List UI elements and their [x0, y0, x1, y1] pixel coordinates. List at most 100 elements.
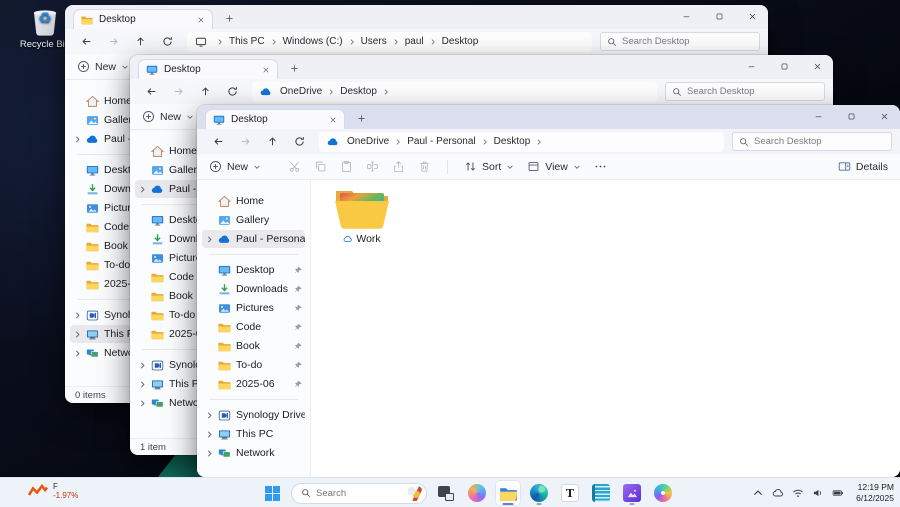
forward-button[interactable] [173, 86, 184, 97]
chevron-right-icon[interactable] [73, 135, 82, 144]
file-explorer-button[interactable] [496, 481, 520, 505]
journal-app-button[interactable] [589, 481, 613, 505]
chevron-right-icon[interactable] [205, 430, 214, 439]
sidebar-item-network[interactable]: Network [202, 444, 305, 462]
search-input[interactable] [622, 36, 753, 47]
sort-button[interactable]: Sort [464, 160, 514, 173]
crumb-onedrive[interactable]: OneDrive [278, 86, 324, 97]
crumb-users[interactable]: Users [359, 36, 389, 47]
chevron-right-icon[interactable] [138, 361, 147, 370]
chevron-right-icon[interactable] [205, 235, 214, 244]
taskbar-search-input[interactable] [316, 488, 402, 499]
minimize-button[interactable] [747, 62, 756, 71]
delete-button[interactable] [418, 160, 431, 173]
minimize-button[interactable] [814, 112, 823, 121]
view-button[interactable]: View [527, 160, 581, 173]
rename-button[interactable] [366, 160, 379, 173]
breadcrumb[interactable]: OneDrive Desktop [252, 82, 657, 102]
copilot-button[interactable] [465, 481, 489, 505]
paste-button[interactable] [340, 160, 353, 173]
back-button[interactable] [213, 136, 224, 147]
task-view-button[interactable] [434, 481, 458, 505]
wifi-icon[interactable] [792, 487, 804, 499]
new-tab-button[interactable] [357, 114, 366, 123]
tab-desktop[interactable]: Desktop [205, 109, 345, 129]
sidebar-item-home[interactable]: Home [202, 192, 305, 210]
refresh-button[interactable] [162, 36, 173, 47]
sidebar-item-code[interactable]: Code [202, 318, 305, 336]
up-button[interactable] [135, 36, 146, 47]
crumb-paul-personal[interactable]: Paul - Personal [405, 136, 477, 147]
battery-icon[interactable] [832, 487, 844, 499]
forward-button[interactable] [108, 36, 119, 47]
back-button[interactable] [81, 36, 92, 47]
sidebar-item-this-pc[interactable]: This PC [202, 425, 305, 443]
refresh-button[interactable] [227, 86, 238, 97]
chevron-right-icon[interactable] [73, 311, 82, 320]
file-work-folder[interactable]: Work [323, 186, 401, 245]
sidebar-item-gallery[interactable]: Gallery [202, 211, 305, 229]
search-box[interactable] [732, 132, 892, 151]
close-tab-icon[interactable] [329, 116, 337, 124]
up-button[interactable] [200, 86, 211, 97]
onedrive-tray-icon[interactable] [772, 487, 784, 499]
widgets-button[interactable]: F -1.97% [28, 482, 78, 500]
maximize-button[interactable] [780, 62, 789, 71]
sidebar-item-desktop[interactable]: Desktop [202, 261, 305, 279]
share-button[interactable] [392, 160, 405, 173]
maximize-button[interactable] [715, 12, 724, 21]
sidebar-item-synology-drive[interactable]: Synology Drive - th [202, 406, 305, 424]
details-pane-button[interactable]: Details [838, 160, 888, 173]
crumb-onedrive[interactable]: OneDrive [345, 136, 391, 147]
tray-overflow-chevron[interactable] [752, 487, 764, 499]
minimize-button[interactable] [682, 12, 691, 21]
more-options-button[interactable] [594, 160, 607, 173]
close-button[interactable] [813, 62, 822, 71]
search-box[interactable] [665, 82, 825, 101]
new-button[interactable]: New [77, 60, 129, 73]
chevron-right-icon[interactable] [205, 411, 214, 420]
sidebar-item-downloads[interactable]: Downloads [202, 280, 305, 298]
clock[interactable]: 12:19 PM 6/12/2025 [856, 482, 894, 504]
refresh-button[interactable] [294, 136, 305, 147]
chevron-right-icon[interactable] [205, 449, 214, 458]
crumb-paul[interactable]: paul [403, 36, 426, 47]
search-input[interactable] [687, 86, 818, 97]
crumb-this-pc[interactable]: This PC [227, 36, 267, 47]
cut-button[interactable] [288, 160, 301, 173]
crumb-desktop[interactable]: Desktop [492, 136, 533, 147]
breadcrumb[interactable]: OneDrive Paul - Personal Desktop [319, 132, 724, 152]
new-tab-button[interactable] [290, 64, 299, 73]
volume-icon[interactable] [812, 487, 824, 499]
taskbar-search-box[interactable] [291, 483, 427, 504]
maximize-button[interactable] [847, 112, 856, 121]
sidebar-item-todo[interactable]: To-do [202, 356, 305, 374]
sidebar-item-book[interactable]: Book [202, 337, 305, 355]
copy-button[interactable] [314, 160, 327, 173]
forward-button[interactable] [240, 136, 251, 147]
close-button[interactable] [880, 112, 889, 121]
crumb-windows-c[interactable]: Windows (C:) [281, 36, 345, 47]
paint-app-button[interactable] [651, 481, 675, 505]
file-list[interactable]: Work [311, 180, 900, 477]
tab-desktop[interactable]: Desktop [138, 59, 278, 79]
up-button[interactable] [267, 136, 278, 147]
new-button[interactable]: New [209, 160, 261, 173]
text-app-button[interactable]: T [558, 481, 582, 505]
breadcrumb[interactable]: This PC Windows (C:) Users paul Desktop [187, 32, 592, 52]
new-tab-button[interactable] [225, 14, 234, 23]
search-input[interactable] [754, 136, 885, 147]
start-button[interactable] [260, 481, 284, 505]
sidebar-item-onedrive-personal[interactable]: Paul - Personal [202, 230, 305, 248]
close-button[interactable] [748, 12, 757, 21]
close-tab-icon[interactable] [197, 16, 205, 24]
search-box[interactable] [600, 32, 760, 51]
chevron-right-icon[interactable] [138, 380, 147, 389]
chevron-right-icon[interactable] [73, 330, 82, 339]
close-tab-icon[interactable] [262, 66, 270, 74]
back-button[interactable] [146, 86, 157, 97]
new-button[interactable]: New [142, 110, 194, 123]
crumb-desktop[interactable]: Desktop [338, 86, 379, 97]
purple-app-button[interactable] [620, 481, 644, 505]
tab-desktop[interactable]: Desktop [73, 9, 213, 29]
